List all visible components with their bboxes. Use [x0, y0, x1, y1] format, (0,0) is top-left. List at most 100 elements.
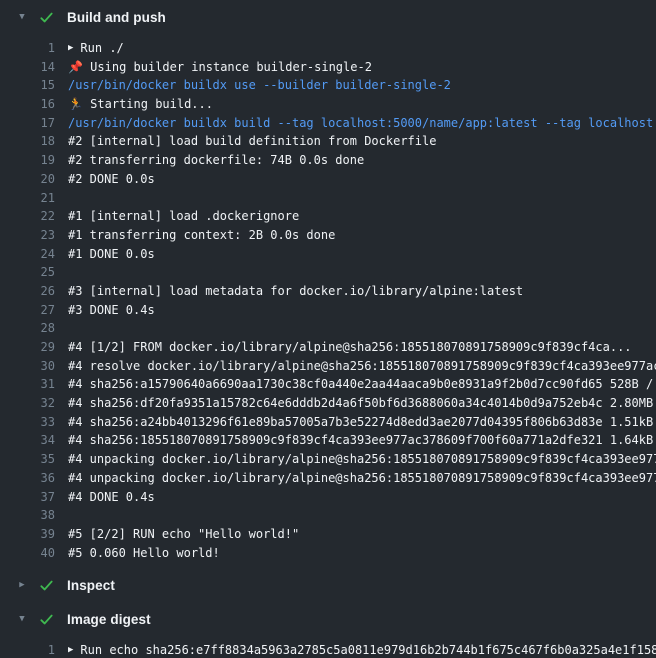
line-number[interactable]: 33	[0, 413, 55, 432]
log-text: 📌 Using builder instance builder-single-…	[68, 58, 372, 77]
section-title: Image digest	[67, 612, 151, 627]
log-line[interactable]: 25	[0, 263, 656, 282]
log-text: #4 sha256:df20fa9351a15782c64e6dddb2d4a6…	[68, 394, 656, 413]
line-number[interactable]: 15	[0, 76, 55, 95]
check-icon	[38, 9, 54, 25]
log-text: #4 [1/2] FROM docker.io/library/alpine@s…	[68, 338, 632, 357]
line-number[interactable]: 1	[0, 39, 55, 58]
check-icon	[38, 611, 54, 627]
log-line[interactable]: 17 /usr/bin/docker buildx build --tag lo…	[0, 114, 656, 133]
line-number[interactable]: 17	[0, 114, 55, 133]
log-line[interactable]: 14 📌 Using builder instance builder-sing…	[0, 58, 656, 77]
line-number[interactable]: 32	[0, 394, 55, 413]
line-number[interactable]: 18	[0, 132, 55, 151]
expand-run-icon[interactable]: ▶	[68, 39, 73, 58]
log-text: /usr/bin/docker buildx build --tag local…	[68, 114, 656, 133]
line-number[interactable]: 25	[0, 263, 55, 282]
section-title: Build and push	[67, 10, 166, 25]
line-number[interactable]: 35	[0, 450, 55, 469]
line-number[interactable]: 36	[0, 469, 55, 488]
log-line[interactable]: 34 #4 sha256:185518070891758909c9f839cf4…	[0, 431, 656, 450]
log-text: 🏃 Starting build...	[68, 95, 213, 114]
section-header[interactable]: ▼ Image digest	[0, 602, 656, 636]
log-section: ▼ Image digest 1 ▶ Run echo sha256:e7ff88…	[0, 602, 656, 658]
log-text: #4 unpacking docker.io/library/alpine@sh…	[68, 450, 656, 469]
log-line[interactable]: 35 #4 unpacking docker.io/library/alpine…	[0, 450, 656, 469]
log-line[interactable]: 40 #5 0.060 Hello world!	[0, 544, 656, 563]
line-number[interactable]: 16	[0, 95, 55, 114]
log-text: #1 DONE 0.0s	[68, 245, 155, 264]
log-text: /usr/bin/docker buildx use --builder bui…	[68, 76, 451, 95]
log-text: Run ./	[80, 39, 123, 58]
line-number[interactable]: 1	[0, 641, 55, 658]
log-line[interactable]: 20 #2 DONE 0.0s	[0, 170, 656, 189]
line-number[interactable]: 23	[0, 226, 55, 245]
log-text: #1 [internal] load .dockerignore	[68, 207, 299, 226]
section-header[interactable]: ▼ Build and push	[0, 0, 656, 34]
log-text: #4 sha256:a24bb4013296f61e89ba57005a7b3e…	[68, 413, 656, 432]
log-line[interactable]: 37 #4 DONE 0.4s	[0, 488, 656, 507]
section-log-lines: 1 ▶ Run echo sha256:e7ff8834a5963a2785c5a…	[0, 636, 656, 658]
line-number[interactable]: 38	[0, 506, 55, 525]
line-number[interactable]: 24	[0, 245, 55, 264]
log-text: #4 sha256:185518070891758909c9f839cf4ca3…	[68, 431, 656, 450]
log-text: Run echo sha256:e7ff8834a5963a2785c5a081…	[80, 641, 656, 658]
line-number[interactable]: 34	[0, 431, 55, 450]
log-line[interactable]: 28	[0, 319, 656, 338]
log-text: #2 DONE 0.0s	[68, 170, 155, 189]
log-line[interactable]: 38	[0, 506, 656, 525]
line-number[interactable]: 27	[0, 301, 55, 320]
expand-run-icon[interactable]: ▶	[68, 641, 73, 658]
log-line[interactable]: 23 #1 transferring context: 2B 0.0s done	[0, 226, 656, 245]
log-text: #4 sha256:a15790640a6690aa1730c38cf0a440…	[68, 375, 656, 394]
line-number[interactable]: 40	[0, 544, 55, 563]
chevron-down-icon[interactable]: ▼	[16, 615, 28, 624]
log-line[interactable]: 26 #3 [internal] load metadata for docke…	[0, 282, 656, 301]
section-title: Inspect	[67, 578, 115, 593]
line-number[interactable]: 14	[0, 58, 55, 77]
line-number[interactable]: 28	[0, 319, 55, 338]
log-line[interactable]: 15 /usr/bin/docker buildx use --builder …	[0, 76, 656, 95]
log-text: #3 DONE 0.4s	[68, 301, 155, 320]
log-line[interactable]: 18 #2 [internal] load build definition f…	[0, 132, 656, 151]
log-line[interactable]: 19 #2 transferring dockerfile: 74B 0.0s …	[0, 151, 656, 170]
log-line[interactable]: 24 #1 DONE 0.0s	[0, 245, 656, 264]
log-line[interactable]: 22 #1 [internal] load .dockerignore	[0, 207, 656, 226]
log-line[interactable]: 21	[0, 189, 656, 208]
log-text: #2 [internal] load build definition from…	[68, 132, 436, 151]
section-header[interactable]: ▶ Inspect	[0, 568, 656, 602]
line-number[interactable]: 31	[0, 375, 55, 394]
log-line[interactable]: 33 #4 sha256:a24bb4013296f61e89ba57005a7…	[0, 413, 656, 432]
log-line[interactable]: 30 #4 resolve docker.io/library/alpine@s…	[0, 357, 656, 376]
log-text: #4 DONE 0.4s	[68, 488, 155, 507]
chevron-right-icon[interactable]: ▶	[16, 581, 28, 590]
log-text: #3 [internal] load metadata for docker.i…	[68, 282, 523, 301]
line-number[interactable]: 30	[0, 357, 55, 376]
line-number[interactable]: 19	[0, 151, 55, 170]
line-number[interactable]: 20	[0, 170, 55, 189]
log-line[interactable]: 16 🏃 Starting build...	[0, 95, 656, 114]
log-text: #5 0.060 Hello world!	[68, 544, 220, 563]
log-line[interactable]: 1 ▶ Run echo sha256:e7ff8834a5963a2785c5a…	[0, 641, 656, 658]
log-line[interactable]: 29 #4 [1/2] FROM docker.io/library/alpin…	[0, 338, 656, 357]
log-line[interactable]: 36 #4 unpacking docker.io/library/alpine…	[0, 469, 656, 488]
log-line[interactable]: 27 #3 DONE 0.4s	[0, 301, 656, 320]
workflow-log-viewer: ▼ Build and push 1 ▶ Run ./ 14 📌 Using bu…	[0, 0, 656, 658]
log-text: #5 [2/2] RUN echo "Hello world!"	[68, 525, 299, 544]
log-line[interactable]: 32 #4 sha256:df20fa9351a15782c64e6dddb2d…	[0, 394, 656, 413]
line-number[interactable]: 22	[0, 207, 55, 226]
log-line[interactable]: 1 ▶ Run ./	[0, 39, 656, 58]
log-text: #4 unpacking docker.io/library/alpine@sh…	[68, 469, 656, 488]
log-text: #4 resolve docker.io/library/alpine@sha2…	[68, 357, 656, 376]
line-number[interactable]: 21	[0, 189, 55, 208]
log-line[interactable]: 31 #4 sha256:a15790640a6690aa1730c38cf0a…	[0, 375, 656, 394]
log-text: #1 transferring context: 2B 0.0s done	[68, 226, 335, 245]
line-number[interactable]: 39	[0, 525, 55, 544]
line-number[interactable]: 29	[0, 338, 55, 357]
chevron-down-icon[interactable]: ▼	[16, 13, 28, 22]
log-line[interactable]: 39 #5 [2/2] RUN echo "Hello world!"	[0, 525, 656, 544]
check-icon	[38, 577, 54, 593]
line-number[interactable]: 37	[0, 488, 55, 507]
line-number[interactable]: 26	[0, 282, 55, 301]
log-section: ▼ Build and push 1 ▶ Run ./ 14 📌 Using bu…	[0, 0, 656, 568]
